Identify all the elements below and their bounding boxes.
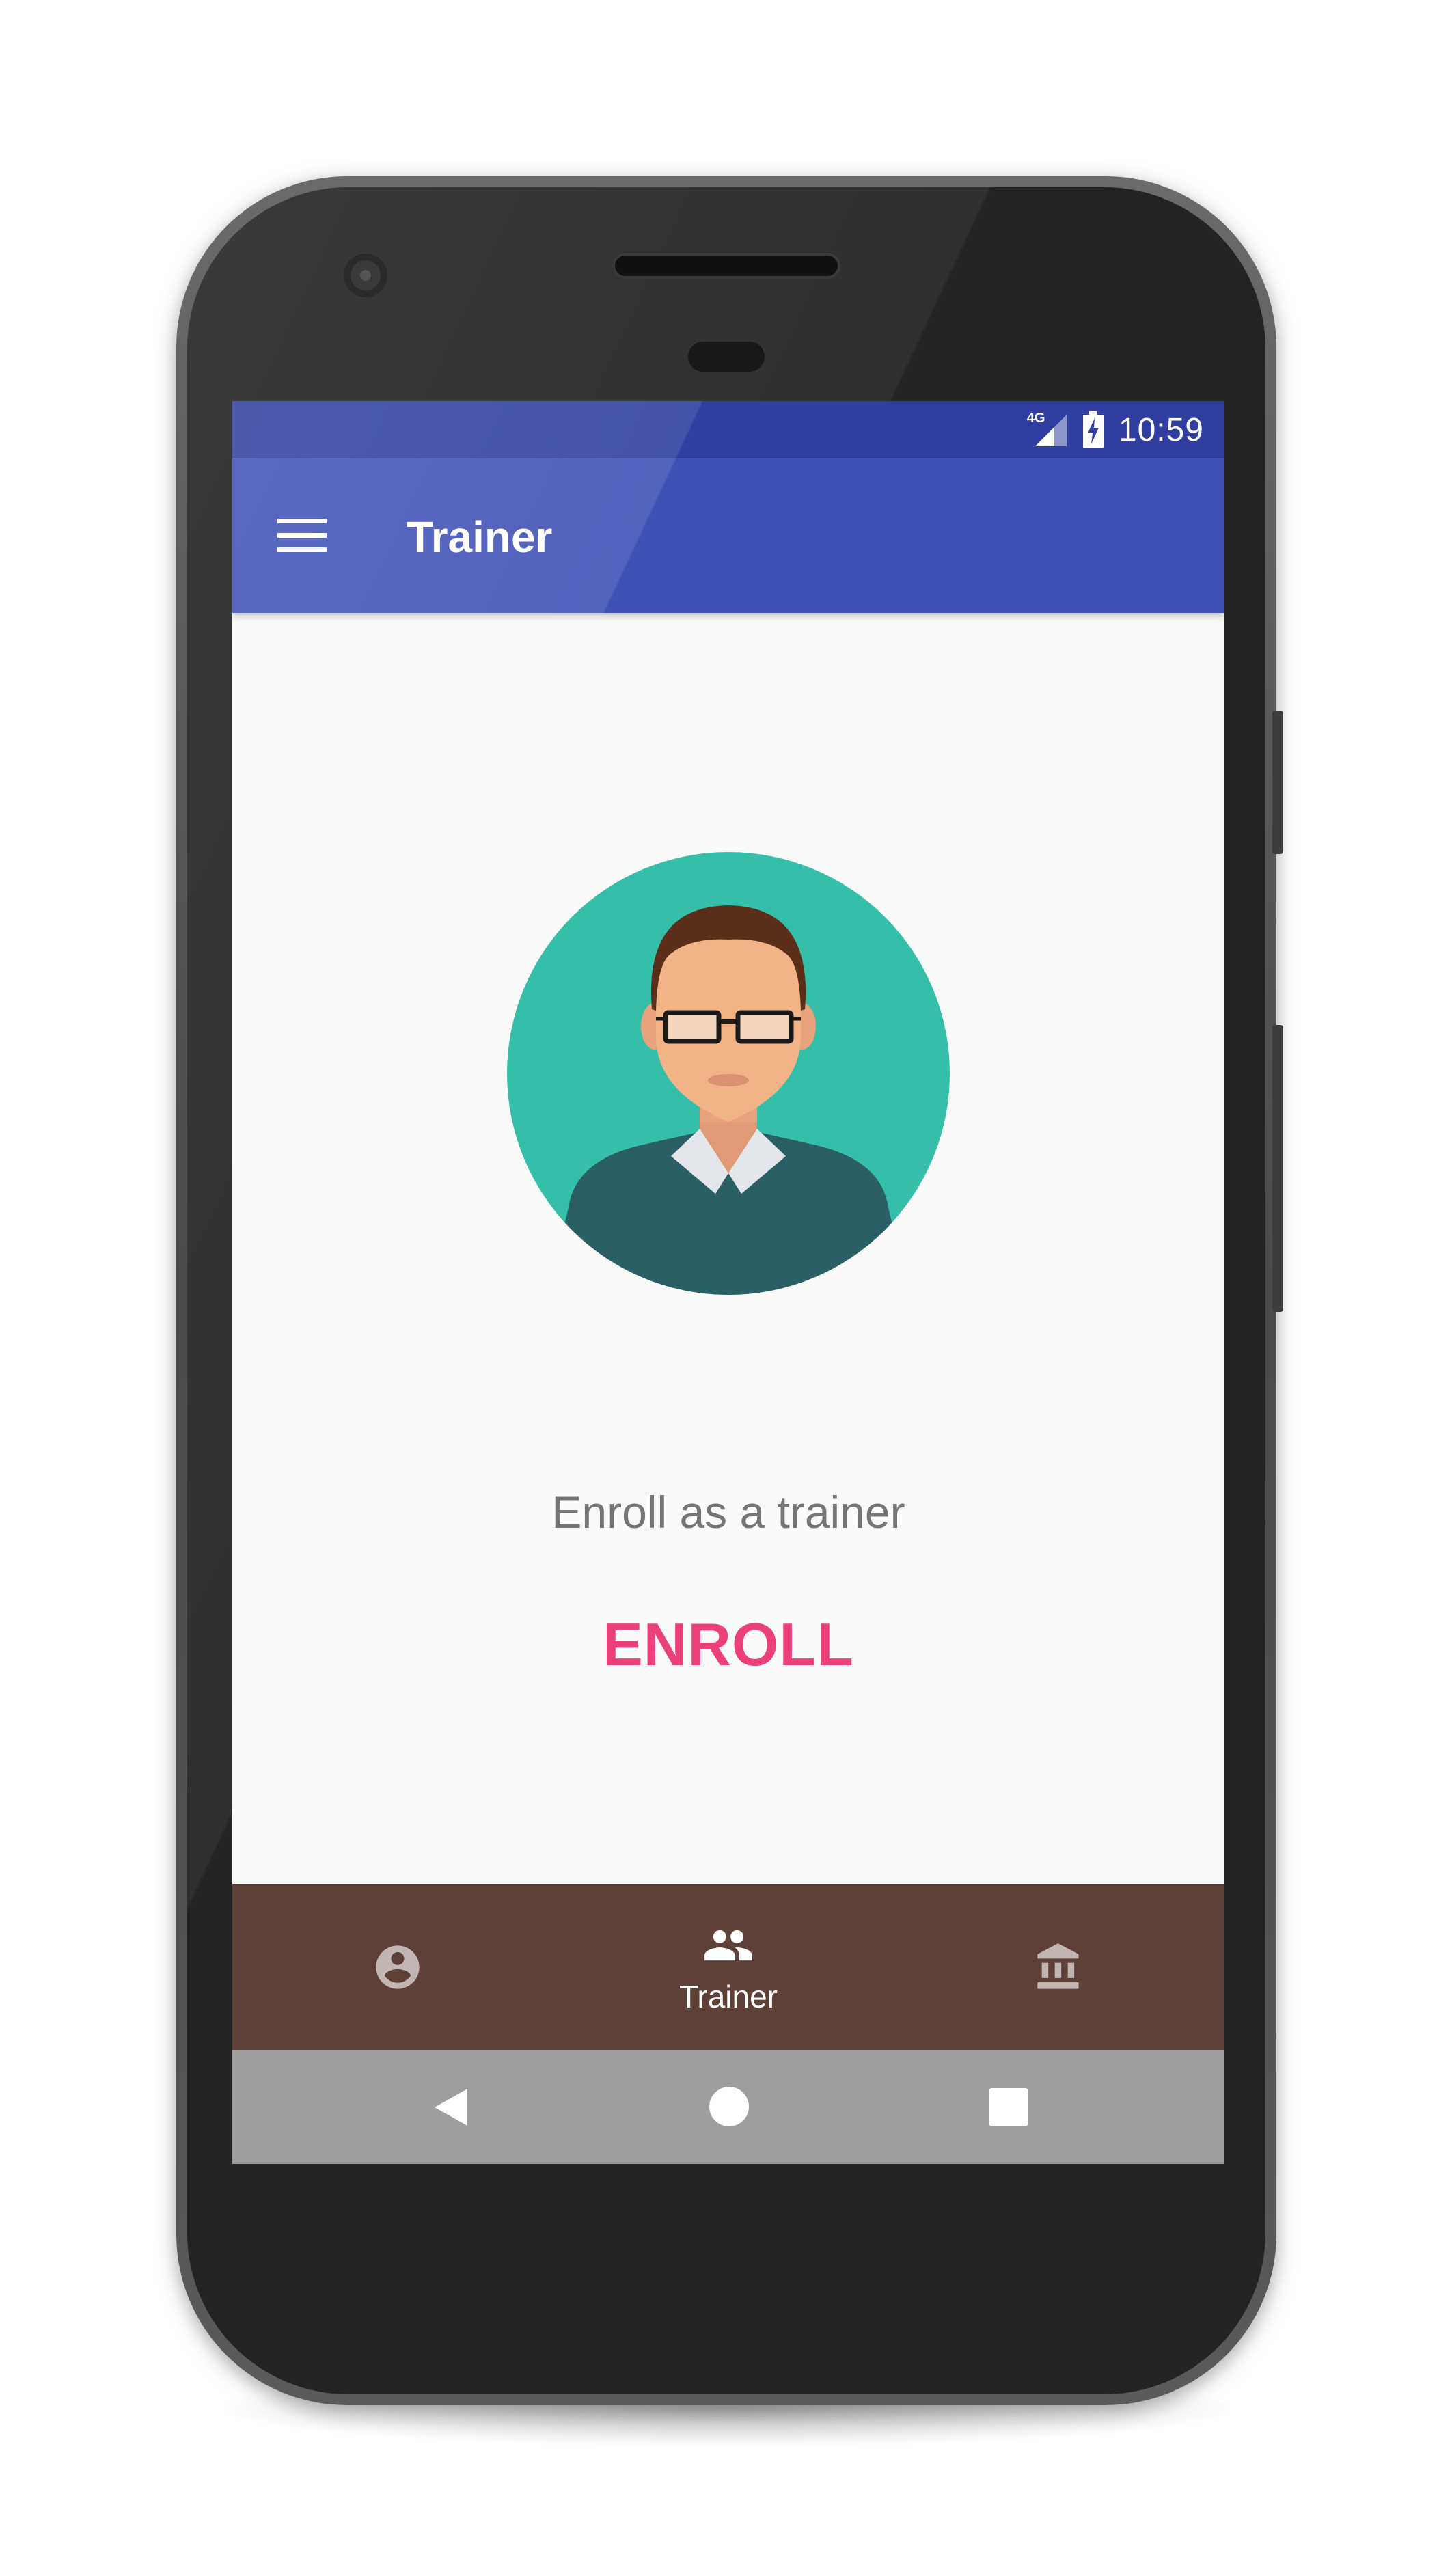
account-circle-icon [372,1941,424,1997]
bank-icon [1033,1941,1085,1997]
network-type-label: 4G [1026,411,1045,426]
proximity-sensor [688,342,765,372]
nav-item-trainer[interactable]: Trainer [563,1884,894,2050]
phone-screen: 4G 10:59 Trainer Enroll as a trainer ENR… [232,401,1224,2164]
earpiece-speaker [615,256,838,276]
page-title: Trainer [407,512,553,562]
page: 4G 10:59 Trainer Enroll as a trainer ENR… [0,0,1452,2576]
people-icon [702,1919,754,1975]
hamburger-menu-icon[interactable] [277,519,327,553]
status-icons: 4G 10:59 [1027,411,1204,449]
main-content: Enroll as a trainer ENROLL [232,613,1224,1884]
battery-charging-icon [1082,411,1104,448]
back-icon[interactable] [430,2086,471,2132]
system-navigation-bar [232,2050,1224,2164]
volume-button [1272,1025,1283,1312]
bottom-navigation: Trainer [232,1884,1224,2050]
front-camera-icon [344,254,387,297]
home-icon[interactable] [709,2086,750,2130]
recents-icon[interactable] [989,2088,1028,2130]
nav-item-institution[interactable] [894,1884,1224,2050]
status-bar: 4G 10:59 [232,401,1224,458]
enroll-prompt: Enroll as a trainer [551,1487,905,1537]
app-bar: Trainer [232,458,1224,613]
nav-item-profile[interactable] [232,1884,563,2050]
enroll-button[interactable]: ENROLL [592,1597,865,1693]
signal-icon: 4G [1026,411,1068,448]
status-clock: 10:59 [1118,411,1204,448]
nav-label-trainer: Trainer [679,1979,778,2014]
power-button [1272,711,1283,854]
trainer-avatar [507,852,950,1295]
